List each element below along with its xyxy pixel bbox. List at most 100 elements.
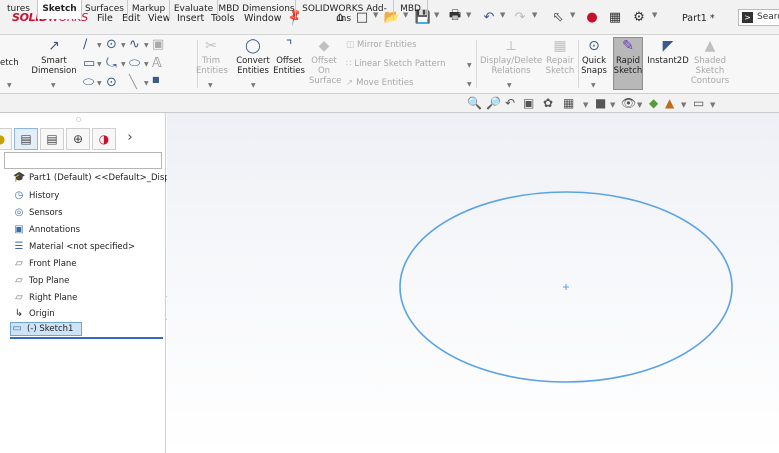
ellipse-dropdown-icon[interactable]: ▼: [144, 61, 149, 68]
rectangle-icon[interactable]: ▭: [83, 56, 95, 71]
sketch-canvas[interactable]: [167, 113, 779, 453]
slot-icon[interactable]: ⤿: [106, 56, 117, 71]
quick-snaps-dropdown-icon[interactable]: ▼: [591, 82, 596, 89]
property-manager-tab-icon[interactable]: ▤: [40, 128, 64, 150]
move-entities-button[interactable]: ↗ Move Entities: [346, 78, 413, 88]
display-style-icon[interactable]: ■: [595, 96, 606, 110]
tree-item-sketch1[interactable]: ▭ (-) Sketch1: [10, 322, 83, 336]
zoom-to-area-icon[interactable]: 🔎: [486, 96, 501, 110]
shaded-sketch-contours-button[interactable]: ▲ Shaded Sketch Contours: [690, 38, 730, 86]
tree-item-part[interactable]: 🎓 Part1 (Default) <<Default>_Displa: [13, 171, 177, 185]
feature-manager-tab-icon[interactable]: ▤: [14, 128, 38, 150]
rapid-sketch-button[interactable]: ✎ Rapid Sketch: [613, 38, 643, 76]
linear-sketch-pattern-button[interactable]: ∷ Linear Sketch Pattern: [346, 59, 445, 69]
smart-dimension-button[interactable]: ↗ Smart Dimension: [30, 38, 78, 76]
fillet-tool-icon[interactable]: ▣: [152, 37, 164, 52]
line-icon[interactable]: ∕: [83, 37, 87, 52]
scene-dropdown-icon[interactable]: ▼: [681, 101, 686, 109]
text-tool-icon[interactable]: 𝔸: [152, 56, 162, 71]
edit-appearance-icon[interactable]: ◆: [649, 96, 658, 110]
tab-evaluate[interactable]: Evaluate: [170, 0, 218, 19]
ellipse-tool-icon[interactable]: ⬭: [129, 56, 140, 71]
tab-mbd[interactable]: MBD: [394, 0, 428, 19]
relations-dropdown-icon[interactable]: ▼: [507, 82, 512, 89]
centerline-dropdown-icon[interactable]: ▼: [144, 80, 149, 87]
polygon-icon[interactable]: ⬭: [83, 75, 94, 90]
undo-icon[interactable]: ↶: [481, 8, 497, 26]
slot-dropdown-icon[interactable]: ▼: [121, 61, 126, 68]
tree-item-right-plane[interactable]: ▱ Right Plane: [13, 291, 77, 305]
previous-view-icon[interactable]: ↶: [505, 96, 515, 110]
rectangle-dropdown-icon[interactable]: ▼: [97, 61, 102, 68]
tab-solidworks-add-ins[interactable]: SOLIDWORKS Add-Ins: [296, 0, 394, 24]
tab-mbd-dimensions[interactable]: MBD Dimensions: [218, 0, 296, 19]
search-box[interactable]: > Searc: [738, 9, 779, 26]
tree-item-material[interactable]: ☰ Material <not specified>: [13, 240, 136, 254]
point-icon[interactable]: ⊙: [106, 75, 117, 90]
zoom-to-fit-icon[interactable]: 🔍: [467, 96, 482, 110]
trim-dropdown-icon[interactable]: ▼: [208, 82, 213, 89]
configuration-manager-tab-icon[interactable]: ⊕: [66, 128, 90, 150]
redo-dropdown-icon[interactable]: ▼: [532, 11, 537, 19]
repair-sketch-button[interactable]: ▦ Repair Sketch: [543, 38, 577, 76]
save-dropdown-icon[interactable]: ▼: [434, 11, 439, 19]
sketch-button[interactable]: etch: [0, 58, 22, 68]
mirror-entities-button[interactable]: ◫ Mirror Entities: [346, 40, 417, 50]
view-orientation-icon[interactable]: ▦: [563, 96, 574, 110]
tab-surfaces[interactable]: Surfaces: [82, 0, 128, 19]
panel-grip-icon[interactable]: ○: [76, 116, 81, 123]
tree-item-front-plane[interactable]: ▱ Front Plane: [13, 257, 76, 271]
centerline-icon[interactable]: ╲: [129, 75, 137, 90]
redo-icon[interactable]: ↷: [512, 8, 528, 26]
tree-item-origin[interactable]: ↳ Origin: [13, 307, 55, 321]
view-orientation-dropdown-icon[interactable]: ▼: [583, 101, 588, 109]
undo-dropdown-icon[interactable]: ▼: [500, 11, 505, 19]
select-dropdown-icon[interactable]: ▼: [570, 11, 575, 19]
offset-entities-button[interactable]: ⌝ Offset Entities: [272, 38, 306, 76]
tree-item-annotations[interactable]: ▣ Annotations: [13, 223, 80, 237]
sketch-dropdown-icon[interactable]: ▼: [7, 82, 12, 89]
convert-entities-button[interactable]: ◯ Convert Entities: [233, 38, 273, 76]
options-gear-icon[interactable]: ⚙: [632, 8, 646, 26]
line-dropdown-icon[interactable]: ▼: [97, 42, 102, 49]
options-dropdown-icon[interactable]: ▼: [652, 11, 657, 19]
view-settings-dropdown-icon[interactable]: ▼: [710, 101, 715, 109]
tree-filter-input[interactable]: [4, 152, 162, 169]
plane-tool-icon[interactable]: ■: [152, 75, 160, 84]
circle-icon[interactable]: ⊙: [106, 37, 117, 52]
file-properties-icon[interactable]: ▦: [608, 8, 622, 26]
graphics-area[interactable]: [167, 113, 779, 453]
view-settings-icon[interactable]: ▭: [693, 96, 704, 110]
section-view-icon[interactable]: ▣: [523, 96, 534, 110]
print-icon[interactable]: 🖶: [447, 8, 463, 26]
apply-scene-icon[interactable]: ▲: [665, 96, 674, 110]
tree-item-top-plane[interactable]: ▱ Top Plane: [13, 274, 69, 288]
tree-item-history[interactable]: ◷ History: [13, 189, 60, 203]
polygon-dropdown-icon[interactable]: ▼: [97, 80, 102, 87]
circle-dropdown-icon[interactable]: ▼: [121, 42, 126, 49]
spline-icon[interactable]: ∿: [129, 37, 140, 52]
smart-dimension-dropdown-icon[interactable]: ▼: [51, 82, 56, 89]
pattern-dropdown-icon[interactable]: ▼: [467, 62, 472, 69]
offset-on-surface-button[interactable]: ◆ Offset On Surface: [309, 38, 341, 86]
move-dropdown-icon[interactable]: ▼: [467, 81, 472, 88]
tab-markup[interactable]: Markup: [128, 0, 170, 19]
more-tabs-chevron-icon[interactable]: ›: [118, 128, 142, 150]
convert-dropdown-icon[interactable]: ▼: [251, 82, 256, 89]
display-delete-relations-button[interactable]: ⟂ Display/Delete Relations: [478, 38, 544, 76]
rebuild-icon[interactable]: ●: [586, 8, 598, 26]
display-style-dropdown-icon[interactable]: ▼: [610, 101, 615, 109]
tab-sketch[interactable]: Sketch: [38, 0, 82, 19]
hide-show-dropdown-icon[interactable]: ▼: [637, 101, 642, 109]
spline-dropdown-icon[interactable]: ▼: [144, 42, 149, 49]
print-dropdown-icon[interactable]: ▼: [466, 11, 471, 19]
tab-features[interactable]: tures: [0, 0, 38, 19]
instant2d-button[interactable]: ◤ Instant2D: [645, 38, 691, 66]
trim-entities-button[interactable]: ✂ Trim Entities: [196, 38, 228, 76]
hide-show-items-icon[interactable]: 👁: [621, 96, 636, 110]
tree-item-sensors[interactable]: ◎ Sensors: [13, 206, 63, 220]
quick-snaps-button[interactable]: ⊙ Quick Snaps: [579, 38, 609, 76]
display-manager-tab-icon[interactable]: ◑: [92, 128, 116, 150]
select-icon[interactable]: ⬁: [550, 8, 566, 26]
dynamic-annotation-icon[interactable]: ✿: [543, 96, 553, 110]
